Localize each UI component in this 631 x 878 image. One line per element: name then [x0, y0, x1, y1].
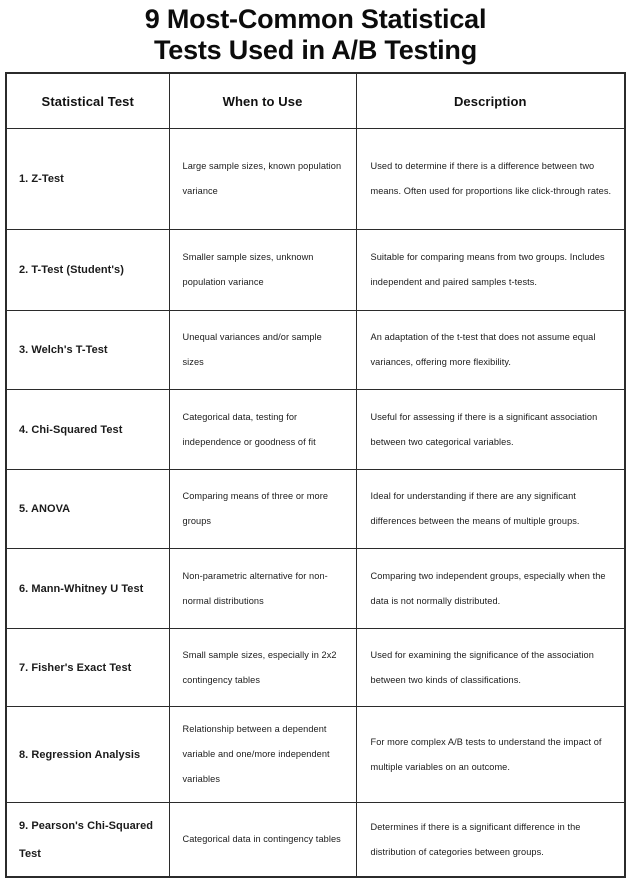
table-body: 1. Z-Test Large sample sizes, known popu…: [5, 128, 626, 878]
cell-test-name: 9. Pearson's Chi-Squared Test: [5, 802, 170, 878]
cell-when-to-use: Categorical data in contingency tables: [168, 802, 357, 878]
cell-test-name: 2. T-Test (Student's): [5, 229, 170, 311]
cell-description: For more complex A/B tests to understand…: [355, 706, 626, 803]
cell-when-to-use: Smaller sample sizes, unknown population…: [168, 229, 357, 311]
column-header-when-to-use: When to Use: [168, 72, 357, 129]
cell-test-name: 7. Fisher's Exact Test: [5, 628, 170, 707]
cell-description: Useful for assessing if there is a signi…: [355, 389, 626, 470]
cell-when-to-use: Non-parametric alternative for non-norma…: [168, 548, 357, 629]
cell-test-name: 4. Chi-Squared Test: [5, 389, 170, 470]
table-row: 8. Regression Analysis Relationship betw…: [5, 706, 626, 803]
cell-when-to-use: Unequal variances and/or sample sizes: [168, 310, 357, 390]
cell-when-to-use: Small sample sizes, especially in 2x2 co…: [168, 628, 357, 707]
cell-when-to-use: Large sample sizes, known population var…: [168, 128, 357, 230]
column-header-description: Description: [355, 72, 626, 129]
cell-test-name: 8. Regression Analysis: [5, 706, 170, 803]
cell-test-name: 1. Z-Test: [5, 128, 170, 230]
table-row: 9. Pearson's Chi-Squared Test Categorica…: [5, 802, 626, 878]
table-row: 1. Z-Test Large sample sizes, known popu…: [5, 128, 626, 230]
cell-test-name: 5. ANOVA: [5, 469, 170, 549]
cell-test-name: 6. Mann-Whitney U Test: [5, 548, 170, 629]
statistical-tests-table-wrapper: Statistical Test When to Use Description…: [5, 72, 626, 878]
cell-test-name: 3. Welch's T-Test: [5, 310, 170, 390]
cell-when-to-use: Categorical data, testing for independen…: [168, 389, 357, 470]
cell-description: Comparing two independent groups, especi…: [355, 548, 626, 629]
table-row: 4. Chi-Squared Test Categorical data, te…: [5, 389, 626, 470]
cell-description: Used to determine if there is a differen…: [355, 128, 626, 230]
page-title: 9 Most-Common Statistical Tests Used in …: [0, 4, 631, 66]
table-row: 3. Welch's T-Test Unequal variances and/…: [5, 310, 626, 390]
page-root: 9 Most-Common Statistical Tests Used in …: [0, 0, 631, 878]
page-title-line-1: 9 Most-Common Statistical: [144, 4, 487, 34]
page-title-line-2: Tests Used in A/B Testing: [153, 35, 478, 65]
cell-description: An adaptation of the t-test that does no…: [355, 310, 626, 390]
table-row: 7. Fisher's Exact Test Small sample size…: [5, 628, 626, 707]
table-row: 5. ANOVA Comparing means of three or mor…: [5, 469, 626, 549]
cell-when-to-use: Comparing means of three or more groups: [168, 469, 357, 549]
cell-description: Determines if there is a significant dif…: [355, 802, 626, 878]
cell-description: Ideal for understanding if there are any…: [355, 469, 626, 549]
table-header: Statistical Test When to Use Description: [5, 72, 626, 129]
cell-when-to-use: Relationship between a dependent variabl…: [168, 706, 357, 803]
cell-description: Suitable for comparing means from two gr…: [355, 229, 626, 311]
table-row: 6. Mann-Whitney U Test Non-parametric al…: [5, 548, 626, 629]
table-header-row: Statistical Test When to Use Description: [5, 72, 626, 129]
statistical-tests-table: Statistical Test When to Use Description…: [5, 72, 626, 878]
table-row: 2. T-Test (Student's) Smaller sample siz…: [5, 229, 626, 311]
cell-description: Used for examining the significance of t…: [355, 628, 626, 707]
column-header-statistical-test: Statistical Test: [5, 72, 170, 129]
